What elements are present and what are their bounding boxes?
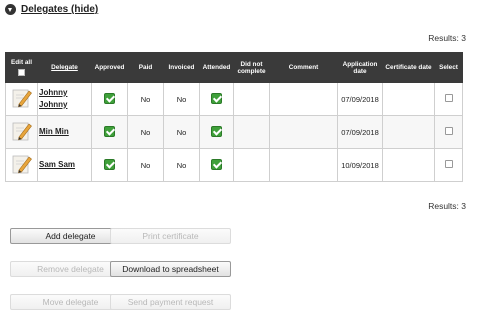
select-checkbox[interactable] [444, 160, 453, 168]
approved-cell [91, 148, 128, 182]
delegate-name-cell: Min Min [37, 115, 92, 149]
edit-pencil-icon[interactable] [11, 120, 33, 142]
checkmark-icon [104, 92, 115, 104]
invoiced-cell: No [163, 115, 200, 149]
col-header-application-date: Application date [337, 52, 383, 83]
attended-cell [199, 82, 234, 116]
approved-cell [91, 82, 128, 116]
col-header-attended: Attended [199, 52, 234, 83]
delegate-name-link[interactable]: Johnny Johnny [39, 87, 90, 111]
table-row: Sam Sam No No 10/09/2018 [5, 148, 463, 182]
download-spreadsheet-button[interactable]: Download to spreadsheet [110, 261, 231, 277]
col-header-approved: Approved [91, 52, 128, 83]
did-not-complete-cell [233, 82, 270, 116]
certificate-date-cell [382, 82, 435, 116]
certificate-date-cell [382, 115, 435, 149]
delegate-name-link[interactable]: Min Min [39, 126, 90, 138]
delegate-name-cell: Johnny Johnny [37, 82, 92, 116]
attended-cell [199, 115, 234, 149]
delegate-name-link[interactable]: Sam Sam [39, 159, 90, 171]
edit-pencil-icon[interactable] [11, 87, 33, 109]
col-header-comment: Comment [269, 52, 338, 83]
col-header-paid: Paid [127, 52, 164, 83]
did-not-complete-cell [233, 148, 270, 182]
section-title-link[interactable]: Delegates (hide) [21, 4, 98, 15]
col-header-select: Select [434, 52, 463, 83]
col-header-certificate-date: Certificate date [382, 52, 435, 83]
select-checkbox[interactable] [444, 94, 453, 102]
table-row: Johnny Johnny No No 07/09/2018 [5, 82, 463, 116]
table-row: Min Min No No 07/09/2018 [5, 115, 463, 149]
checkmark-icon [211, 158, 222, 170]
select-cell [434, 148, 463, 182]
select-cell [434, 82, 463, 116]
comment-cell [269, 148, 338, 182]
invoiced-cell: No [163, 82, 200, 116]
delegate-name-cell: Sam Sam [37, 148, 92, 182]
application-date-cell: 10/09/2018 [337, 148, 383, 182]
select-checkbox[interactable] [444, 127, 453, 135]
paid-cell: No [127, 115, 164, 149]
invoiced-cell: No [163, 148, 200, 182]
paid-cell: No [127, 148, 164, 182]
results-count-bottom: Results: 3 [428, 201, 466, 211]
col-header-edit-all-label: Edit all [11, 59, 32, 66]
edit-cell[interactable] [5, 115, 38, 149]
certificate-date-cell [382, 148, 435, 182]
edit-all-checkbox[interactable] [18, 69, 25, 76]
col-header-did-not-complete: Did not complete [233, 52, 270, 83]
collapse-toggle-icon[interactable] [5, 4, 16, 15]
col-header-invoiced: Invoiced [163, 52, 200, 83]
edit-cell[interactable] [5, 82, 38, 116]
attended-cell [199, 148, 234, 182]
application-date-cell: 07/09/2018 [337, 115, 383, 149]
col-header-delegate-label[interactable]: Delegate [51, 64, 78, 71]
application-date-cell: 07/09/2018 [337, 82, 383, 116]
comment-cell [269, 82, 338, 116]
col-header-delegate[interactable]: Delegate [37, 52, 92, 83]
checkmark-icon [211, 92, 222, 104]
col-header-edit-all: Edit all [5, 52, 38, 83]
select-cell [434, 115, 463, 149]
send-payment-request-button[interactable]: Send payment request [110, 294, 231, 310]
checkmark-icon [211, 125, 222, 137]
comment-cell [269, 115, 338, 149]
paid-cell: No [127, 82, 164, 116]
edit-pencil-icon[interactable] [11, 153, 33, 175]
section-header[interactable]: Delegates (hide) [5, 4, 98, 15]
delegates-table: Edit all Delegate Approved Paid Invoiced… [5, 52, 463, 182]
edit-cell[interactable] [5, 148, 38, 182]
results-count-top: Results: 3 [428, 33, 466, 43]
approved-cell [91, 115, 128, 149]
did-not-complete-cell [233, 115, 270, 149]
checkmark-icon [104, 158, 115, 170]
print-certificate-button[interactable]: Print certificate [110, 228, 231, 244]
table-header-row: Edit all Delegate Approved Paid Invoiced… [5, 52, 463, 83]
checkmark-icon [104, 125, 115, 137]
